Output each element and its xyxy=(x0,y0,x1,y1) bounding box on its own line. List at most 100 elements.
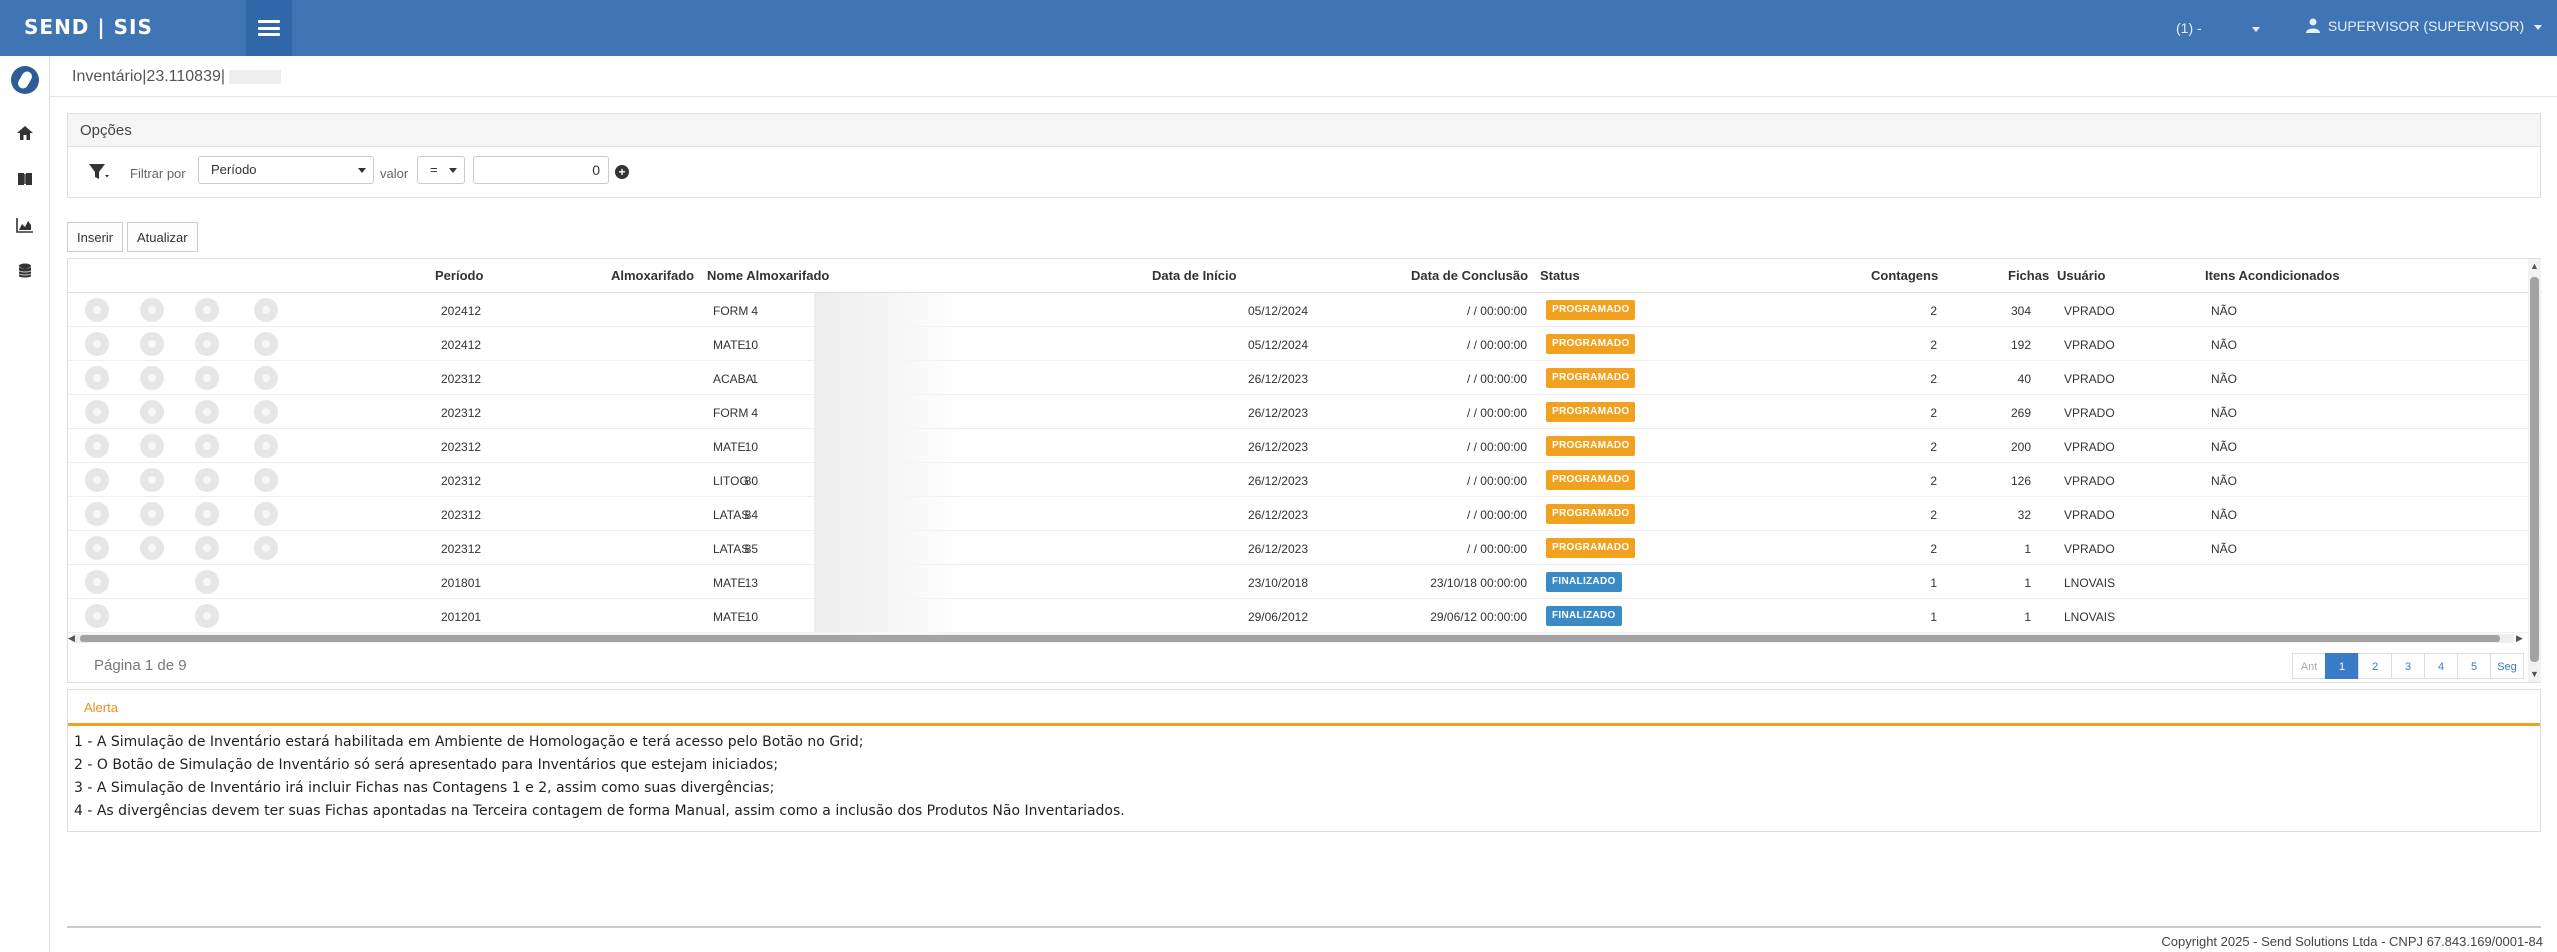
edit-icon[interactable] xyxy=(140,366,164,390)
top-navbar: SEND | SIS (1) - SUPERVISOR (SUPERVISOR) xyxy=(0,0,2557,56)
pagination-next[interactable]: Seg xyxy=(2490,653,2524,679)
view-icon[interactable] xyxy=(85,502,109,526)
scrollbar-thumb[interactable] xyxy=(2530,277,2539,662)
area-chart-icon[interactable] xyxy=(15,216,35,234)
scroll-down-icon[interactable]: ▼ xyxy=(2530,669,2539,679)
cell-nome-almoxarifado: LATAS xyxy=(713,508,750,522)
table-row[interactable]: 202312 80 LITOG 26/12/2023/ / 00:00:00 PROGR… xyxy=(68,463,2542,497)
horizontal-scrollbar[interactable] xyxy=(72,634,2514,643)
info-icon[interactable] xyxy=(195,298,219,322)
insert-button[interactable]: Inserir xyxy=(67,222,124,252)
view-icon[interactable] xyxy=(85,298,109,322)
table-row[interactable]: 202412 4 FORM 05/12/2024/ / 00:00:00 PROGRAM… xyxy=(68,293,2542,327)
filter-value-input[interactable]: 0 xyxy=(473,156,609,184)
info-icon[interactable] xyxy=(195,468,219,492)
scrollbar-thumb[interactable] xyxy=(80,635,2500,642)
col-data-conclusao[interactable]: Data de Conclusão xyxy=(1411,268,1528,283)
view-icon[interactable] xyxy=(85,400,109,424)
info-icon[interactable] xyxy=(195,570,219,594)
info-icon[interactable] xyxy=(195,332,219,356)
info-icon[interactable] xyxy=(195,434,219,458)
edit-icon[interactable] xyxy=(140,468,164,492)
menu-toggle-button[interactable] xyxy=(246,0,292,56)
edit-icon[interactable] xyxy=(140,298,164,322)
info-icon[interactable] xyxy=(195,400,219,424)
info-icon[interactable] xyxy=(195,366,219,390)
col-nome-almoxarifado[interactable]: Nome Almoxarifado xyxy=(707,268,829,283)
simulate-icon[interactable] xyxy=(254,468,278,492)
database-icon[interactable] xyxy=(15,262,35,280)
view-icon[interactable] xyxy=(85,570,109,594)
simulate-icon[interactable] xyxy=(254,434,278,458)
cell-fichas: 126 xyxy=(2010,474,2031,488)
pagination-page-1[interactable]: 1 xyxy=(2325,653,2359,679)
col-almoxarifado[interactable]: Almoxarifado xyxy=(611,268,694,283)
brand-logo[interactable]: SEND | SIS xyxy=(24,15,153,39)
operator-select[interactable]: = xyxy=(417,156,465,184)
user-menu[interactable]: SUPERVISOR (SUPERVISOR) xyxy=(2306,18,2543,34)
simulate-icon[interactable] xyxy=(254,366,278,390)
edit-icon[interactable] xyxy=(140,400,164,424)
cell-contagens: 2 xyxy=(1930,338,1937,352)
info-icon[interactable] xyxy=(195,536,219,560)
pagination-page-3[interactable]: 3 xyxy=(2391,653,2425,679)
cell-periodo: 202312 xyxy=(441,372,482,386)
view-icon[interactable] xyxy=(85,468,109,492)
simulate-icon[interactable] xyxy=(254,298,278,322)
alert-line: 3 - A Simulação de Inventário irá inclui… xyxy=(74,780,775,796)
home-icon[interactable] xyxy=(15,124,35,142)
simulate-icon[interactable] xyxy=(254,400,278,424)
book-icon[interactable] xyxy=(15,170,35,188)
company-dropdown-toggle[interactable] xyxy=(2246,20,2260,36)
refresh-button[interactable]: Atualizar xyxy=(127,222,198,252)
view-icon[interactable] xyxy=(85,434,109,458)
table-row[interactable]: 202312 4 FORM 26/12/2023/ / 00:00:00 PROGRAM… xyxy=(68,395,2542,429)
cell-contagens: 2 xyxy=(1930,406,1937,420)
info-icon[interactable] xyxy=(195,502,219,526)
scroll-right-icon[interactable]: ▶ xyxy=(2516,633,2523,644)
table-row[interactable]: 201801 13 MATE 23/10/2018 23/10/18 00:00:00 F… xyxy=(68,565,2542,599)
col-itens-acondicionados[interactable]: Itens Acondicionados xyxy=(2205,268,2340,283)
col-periodo[interactable]: Período xyxy=(435,268,483,283)
cell-contagens: 2 xyxy=(1930,508,1937,522)
filter-field-select[interactable]: Período xyxy=(198,156,374,184)
pagination-page-4[interactable]: 4 xyxy=(2424,653,2458,679)
pagination-page-5[interactable]: 5 xyxy=(2457,653,2491,679)
add-filter-button[interactable]: + xyxy=(615,165,629,179)
table-row[interactable]: 202312 85 LATAS 26/12/2023/ / 00:00:00 PROGR… xyxy=(68,531,2542,565)
scroll-left-icon[interactable]: ◀ xyxy=(68,633,75,644)
edit-icon[interactable] xyxy=(140,332,164,356)
company-selector[interactable]: (1) - xyxy=(2176,20,2202,36)
simulate-icon[interactable] xyxy=(254,502,278,526)
info-icon[interactable] xyxy=(195,604,219,628)
table-row[interactable]: 202312 1 ACABA 26/12/2023/ / 00:00:00 PROGRA… xyxy=(68,361,2542,395)
pagination-prev[interactable]: Ant xyxy=(2292,653,2326,679)
status-badge: FINALIZADO xyxy=(1546,572,1622,592)
col-status[interactable]: Status xyxy=(1540,268,1580,283)
simulate-icon[interactable] xyxy=(254,332,278,356)
table-row[interactable]: 202312 84 LATAS 26/12/2023/ / 00:00:00 PROGR… xyxy=(68,497,2542,531)
table-row[interactable]: 201201 10 MATE 29/06/2012 29/06/12 00:00:00 F… xyxy=(68,599,2542,633)
cell-data-conclusao: 23/10/18 00:00:00 xyxy=(1430,576,1527,590)
edit-icon[interactable] xyxy=(140,536,164,560)
view-icon[interactable] xyxy=(85,366,109,390)
edit-icon[interactable] xyxy=(140,502,164,526)
scroll-up-icon[interactable]: ▲ xyxy=(2530,261,2539,271)
vertical-scrollbar[interactable]: ▲ ▼ xyxy=(2528,259,2541,682)
pagination-page-2[interactable]: 2 xyxy=(2358,653,2392,679)
col-usuario[interactable]: Usuário xyxy=(2057,268,2105,283)
view-icon[interactable] xyxy=(85,604,109,628)
col-fichas[interactable]: Fichas xyxy=(2008,268,2049,283)
table-row[interactable]: 202312 10 MATE 26/12/2023/ / 00:00:00 PROGRA… xyxy=(68,429,2542,463)
filter-icon[interactable] xyxy=(88,162,110,182)
table-row[interactable]: 202412 10 MATE 05/12/2024/ / 00:00:00 PROGRA… xyxy=(68,327,2542,361)
cell-data-inicio: 26/12/2023 xyxy=(1247,440,1308,454)
view-icon[interactable] xyxy=(85,536,109,560)
simulate-icon[interactable] xyxy=(254,536,278,560)
edit-icon[interactable] xyxy=(140,434,164,458)
cell-data-conclusao: / / 00:00:00 xyxy=(1466,304,1527,318)
col-data-inicio[interactable]: Data de Início xyxy=(1152,268,1237,283)
col-contagens[interactable]: Contagens xyxy=(1871,268,1938,283)
app-logo-icon[interactable] xyxy=(11,66,39,94)
view-icon[interactable] xyxy=(85,332,109,356)
